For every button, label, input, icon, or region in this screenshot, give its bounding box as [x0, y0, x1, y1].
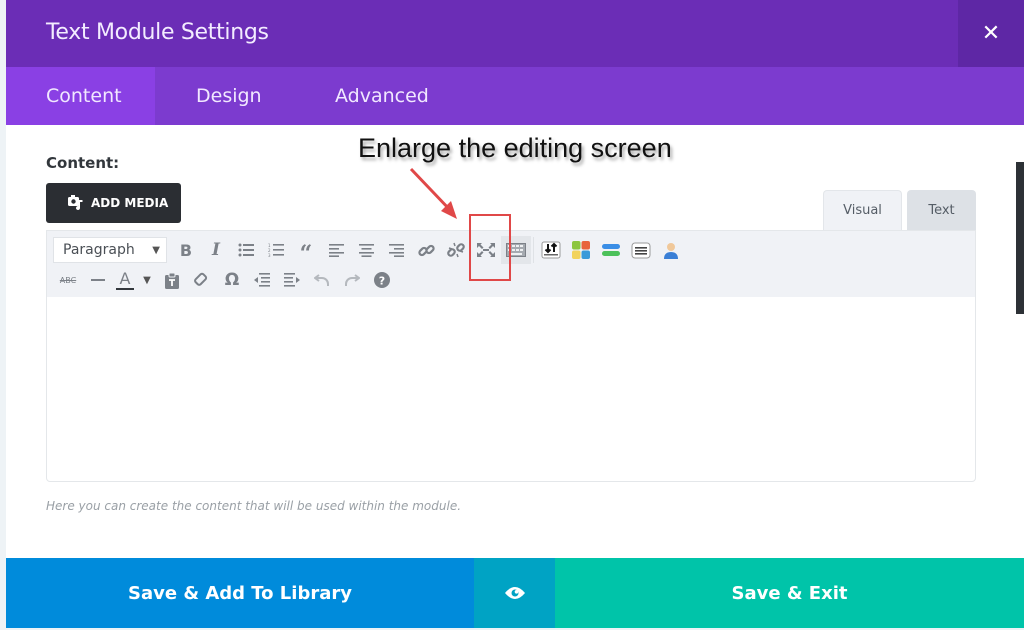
clear-formatting-button[interactable]: [187, 266, 217, 294]
insert-link-button[interactable]: [411, 236, 441, 264]
undo-icon: [314, 274, 329, 286]
eye-icon: [504, 587, 525, 599]
blockquote-button[interactable]: “: [291, 236, 321, 267]
module-settings-modal: Text Module Settings ✕ Content Design Ad…: [6, 0, 1024, 628]
toggle-icon: [602, 244, 620, 256]
format-select[interactable]: Paragraph ▼: [53, 237, 167, 263]
tab-design[interactable]: Design: [155, 67, 335, 125]
bold-icon: B: [179, 240, 193, 260]
outdent-icon: [254, 273, 270, 287]
align-right-icon: [388, 243, 404, 257]
svg-text:?: ?: [379, 275, 385, 288]
shortcode-button-3[interactable]: [596, 236, 626, 264]
fullscreen-button[interactable]: [471, 236, 501, 264]
shortcode-button-1[interactable]: [536, 236, 566, 264]
align-center-icon: [358, 243, 374, 257]
text-color-dropdown[interactable]: ▼: [137, 266, 157, 294]
align-left-button[interactable]: [321, 236, 351, 264]
annotation-text: Enlarge the editing screen: [358, 133, 672, 163]
bold-button[interactable]: B: [171, 236, 201, 264]
modal-footer: Save & Add To Library Save & Exit: [6, 558, 1024, 628]
content-label: Content:: [46, 154, 120, 172]
fullscreen-icon: [477, 243, 495, 257]
format-select-value: Paragraph: [63, 242, 135, 258]
bullet-list-button[interactable]: [231, 236, 261, 264]
columns-icon: [541, 241, 561, 259]
special-character-button[interactable]: Ω: [217, 266, 247, 294]
modal-title: Text Module Settings: [46, 20, 269, 45]
text-color-swatch: [116, 287, 134, 290]
align-center-button[interactable]: [351, 236, 381, 264]
toolbar-separator: [533, 237, 534, 263]
outdent-button[interactable]: [247, 266, 277, 294]
annotation-arrow-icon: [409, 167, 457, 219]
text-color-button[interactable]: A: [113, 266, 137, 294]
italic-button[interactable]: I: [201, 236, 231, 264]
tab-advanced[interactable]: Advanced: [335, 67, 429, 125]
redo-button[interactable]: [337, 266, 367, 294]
clipboard-icon: [165, 272, 179, 289]
rich-text-editor: Paragraph ▼ B I 123 “ ABC A ▼ Ω ?: [46, 230, 976, 482]
tab-visual[interactable]: Visual: [823, 190, 902, 230]
indent-button[interactable]: [277, 266, 307, 294]
keyboard-shortcuts-button[interactable]: ?: [367, 266, 397, 294]
shortcode-button-4[interactable]: [626, 236, 656, 264]
toolbar-toggle-button[interactable]: [501, 236, 531, 264]
close-button[interactable]: ✕: [958, 0, 1024, 67]
toolbar-row-2: ABC A ▼ Ω ?: [53, 265, 397, 295]
blockquote-icon: “: [299, 241, 313, 267]
indent-icon: [284, 273, 300, 287]
tab-content[interactable]: Content: [6, 67, 155, 125]
link-icon: [417, 244, 435, 256]
horizontal-line-button[interactable]: [83, 266, 113, 294]
bullet-list-icon: [238, 243, 254, 257]
italic-icon: I: [212, 240, 220, 260]
user-icon: [664, 243, 678, 259]
toolbar-row-1: Paragraph ▼ B I 123 “: [53, 235, 686, 265]
omega-icon: Ω: [224, 270, 240, 290]
preview-button[interactable]: [474, 558, 555, 628]
list-box-icon: [631, 242, 651, 259]
editor-body[interactable]: [47, 297, 975, 481]
chevron-down-icon: ▼: [152, 244, 160, 256]
add-media-label: ADD MEDIA: [91, 196, 169, 210]
tab-text[interactable]: Text: [907, 190, 976, 230]
chevron-down-icon: ▼: [143, 274, 151, 286]
numbered-list-icon: 123: [268, 243, 284, 257]
horizontal-line-icon: [91, 279, 105, 281]
close-icon: ✕: [981, 21, 1001, 46]
keyboard-icon: [506, 243, 526, 257]
editor-toolbar: Paragraph ▼ B I 123 “ ABC A ▼ Ω ?: [47, 231, 975, 297]
strikethrough-icon: ABC: [59, 275, 77, 285]
media-icon: [68, 195, 86, 211]
editor-mode-tabs: Visual Text: [823, 190, 976, 230]
svg-text:3: 3: [268, 253, 271, 257]
modal-header: Text Module Settings ✕: [6, 0, 1024, 67]
redo-icon: [345, 274, 360, 286]
save-add-to-library-button[interactable]: Save & Add To Library: [6, 558, 474, 628]
align-right-button[interactable]: [381, 236, 411, 264]
grid-icon: [572, 241, 590, 259]
paste-as-text-button[interactable]: [157, 266, 187, 294]
unlink-icon: [447, 242, 465, 258]
eraser-icon: [194, 272, 208, 286]
help-icon: ?: [374, 272, 390, 288]
text-color-icon: A: [119, 268, 131, 288]
shortcode-button-5[interactable]: [656, 236, 686, 264]
numbered-list-button[interactable]: 123: [261, 236, 291, 264]
add-media-button[interactable]: ADD MEDIA: [46, 183, 181, 223]
save-exit-button[interactable]: Save & Exit: [555, 558, 1024, 628]
align-left-icon: [328, 243, 344, 257]
strikethrough-button[interactable]: ABC: [53, 266, 83, 294]
remove-link-button[interactable]: [441, 236, 471, 264]
settings-tabs: Content Design Advanced: [6, 67, 1024, 125]
undo-button[interactable]: [307, 266, 337, 294]
help-text: Here you can create the content that wil…: [46, 499, 462, 513]
shortcode-button-2[interactable]: [566, 236, 596, 264]
scrollbar[interactable]: [1016, 162, 1024, 314]
